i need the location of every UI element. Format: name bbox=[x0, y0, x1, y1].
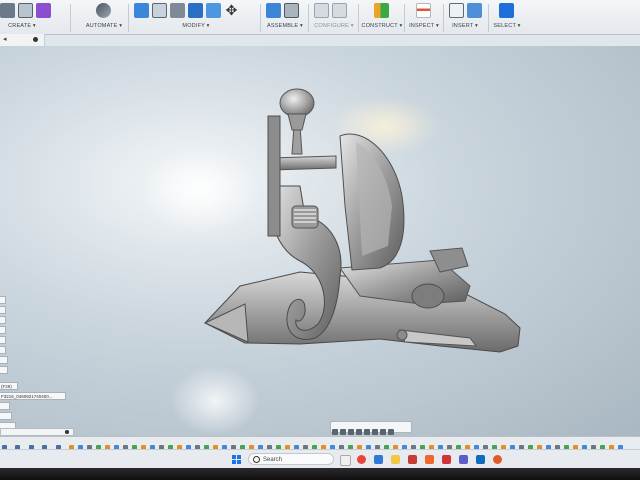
file-explorer-icon[interactable] bbox=[391, 455, 400, 464]
toolbar-group-label: CONFIGURE ▾ bbox=[314, 23, 354, 29]
browser-tree-item[interactable] bbox=[0, 296, 6, 304]
collapse-arrow-icon[interactable]: ◂ bbox=[3, 35, 7, 43]
toolbar-group-construct[interactable]: CONSTRUCT ▾ bbox=[360, 0, 404, 34]
toolbar-divider bbox=[128, 4, 129, 32]
toolbar-group-insert[interactable]: INSERT ▾ bbox=[446, 0, 484, 34]
design-timeline[interactable] bbox=[0, 436, 640, 450]
toolbar-group-label: MODIFY ▾ bbox=[182, 23, 210, 29]
toolbar-group-assemble[interactable]: ASSEMBLE ▾ bbox=[262, 0, 308, 34]
browser-tree-item[interactable] bbox=[0, 346, 6, 354]
browser-tree-item[interactable] bbox=[0, 306, 6, 314]
browser-tree-item[interactable] bbox=[0, 366, 8, 374]
toolbar-group-inspect[interactable]: INSPECT ▾ bbox=[406, 0, 442, 34]
comments-toggle-icon[interactable] bbox=[65, 430, 69, 434]
automate-icon[interactable] bbox=[96, 3, 111, 18]
browser-tree-item[interactable] bbox=[0, 336, 6, 344]
toolbar-group-label: INSPECT ▾ bbox=[409, 23, 439, 29]
configure-rule-icon[interactable] bbox=[332, 3, 347, 18]
extrude-icon[interactable] bbox=[18, 3, 33, 18]
sketch-icon[interactable] bbox=[0, 3, 15, 18]
form-icon[interactable] bbox=[36, 3, 51, 18]
app-red-icon[interactable] bbox=[408, 455, 417, 464]
toolbar-group-create[interactable]: CREATE ▾ bbox=[0, 0, 51, 34]
navigation-bar[interactable] bbox=[330, 421, 412, 435]
acrobat-icon[interactable] bbox=[442, 455, 451, 464]
look-at-icon[interactable] bbox=[340, 429, 346, 435]
grid-settings-icon[interactable] bbox=[380, 429, 386, 435]
taskbar-search-box[interactable]: Search bbox=[248, 453, 334, 465]
flintlock-model[interactable] bbox=[0, 46, 640, 436]
toolbar-divider bbox=[488, 4, 489, 32]
browser-tree-item[interactable]: F3216_0460921740400... bbox=[0, 392, 66, 400]
measure-icon[interactable] bbox=[416, 3, 431, 18]
chrome-icon[interactable] bbox=[357, 455, 366, 464]
search-icon bbox=[253, 456, 260, 463]
new-component-icon[interactable] bbox=[266, 3, 281, 18]
toolbar-group-label: CONSTRUCT ▾ bbox=[361, 23, 403, 29]
move-icon[interactable]: ✥ bbox=[224, 3, 239, 18]
toolbar-group-label: ASSEMBLE ▾ bbox=[267, 23, 303, 29]
browser-tree-item[interactable]: (F29) bbox=[0, 382, 18, 390]
teams-icon[interactable] bbox=[459, 455, 468, 464]
shell-icon[interactable] bbox=[188, 3, 203, 18]
fusion-app-icon[interactable] bbox=[425, 455, 434, 464]
windows-start-icon[interactable] bbox=[232, 455, 242, 465]
comments-panel[interactable] bbox=[0, 428, 74, 436]
pin-dot-icon[interactable] bbox=[33, 37, 38, 42]
edge-icon[interactable] bbox=[374, 455, 383, 464]
toolbar-group-automate[interactable]: AUTOMATE ▾ bbox=[82, 0, 126, 34]
toolbar-group-modify[interactable]: ✥ MODIFY ▾ bbox=[132, 0, 260, 34]
fillet-icon[interactable] bbox=[152, 3, 167, 18]
viewports-icon[interactable] bbox=[388, 429, 394, 435]
monitor-screen: CREATE ▾ AUTOMATE ▾ ✥ MODIFY ▾ ASSEMBLE … bbox=[0, 0, 640, 468]
app-orange-icon[interactable] bbox=[493, 455, 502, 464]
browser-tree-item[interactable] bbox=[0, 316, 6, 324]
orbit-icon[interactable] bbox=[332, 429, 338, 435]
task-view-icon[interactable] bbox=[340, 455, 351, 466]
ribbon-toolbar: CREATE ▾ AUTOMATE ▾ ✥ MODIFY ▾ ASSEMBLE … bbox=[0, 0, 640, 35]
3d-viewport[interactable]: (F29) F3216_0460921740400... bbox=[0, 46, 640, 468]
toolbar-group-select[interactable]: SELECT ▾ bbox=[490, 0, 524, 34]
monitor-bezel bbox=[0, 468, 640, 480]
insert-derive-icon[interactable] bbox=[449, 3, 464, 18]
toolbar-group-configure[interactable]: CONFIGURE ▾ bbox=[310, 0, 358, 34]
toolbar-divider bbox=[358, 4, 359, 32]
display-settings-icon[interactable] bbox=[372, 429, 378, 435]
browser-tree-item[interactable] bbox=[0, 356, 8, 364]
insert-image-icon[interactable] bbox=[467, 3, 482, 18]
toolbar-divider bbox=[404, 4, 405, 32]
toolbar-divider bbox=[260, 4, 261, 32]
joint-icon[interactable] bbox=[284, 3, 299, 18]
toolbar-divider bbox=[443, 4, 444, 32]
offset-plane-icon[interactable] bbox=[374, 3, 389, 18]
chamfer-icon[interactable] bbox=[170, 3, 185, 18]
toolbar-divider bbox=[70, 4, 71, 32]
toolbar-divider bbox=[308, 4, 309, 32]
windows-taskbar: Search bbox=[0, 449, 640, 468]
select-cursor-icon[interactable] bbox=[499, 3, 514, 18]
outlook-icon[interactable] bbox=[476, 455, 485, 464]
zoom-icon[interactable] bbox=[356, 429, 362, 435]
browser-tree-item[interactable] bbox=[0, 402, 10, 410]
combine-icon[interactable] bbox=[206, 3, 221, 18]
toolbar-group-label: INSERT ▾ bbox=[452, 23, 478, 29]
toolbar-group-label: SELECT ▾ bbox=[493, 23, 521, 29]
configure-table-icon[interactable] bbox=[314, 3, 329, 18]
pan-icon[interactable] bbox=[348, 429, 354, 435]
browser-tree-item[interactable] bbox=[0, 412, 12, 420]
search-placeholder: Search bbox=[263, 457, 283, 463]
press-pull-icon[interactable] bbox=[134, 3, 149, 18]
toolbar-group-label: CREATE ▾ bbox=[8, 23, 36, 29]
toolbar-group-label: AUTOMATE ▾ bbox=[85, 23, 123, 29]
browser-tree-item[interactable] bbox=[0, 326, 6, 334]
fit-icon[interactable] bbox=[364, 429, 370, 435]
